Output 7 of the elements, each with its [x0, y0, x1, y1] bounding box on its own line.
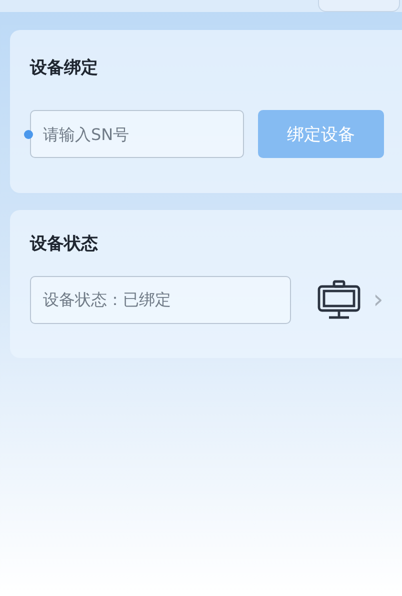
sn-input-field[interactable]: 请输入SN号	[30, 110, 244, 158]
card-title: 设备绑定	[30, 57, 99, 80]
status-field: 设备状态：已绑定	[30, 276, 291, 324]
card-title: 设备状态	[30, 233, 99, 256]
bind-button[interactable]: 绑定设备	[258, 110, 384, 158]
monitor-icon[interactable]	[317, 280, 361, 320]
chevron-icon[interactable]: ›	[373, 287, 384, 313]
